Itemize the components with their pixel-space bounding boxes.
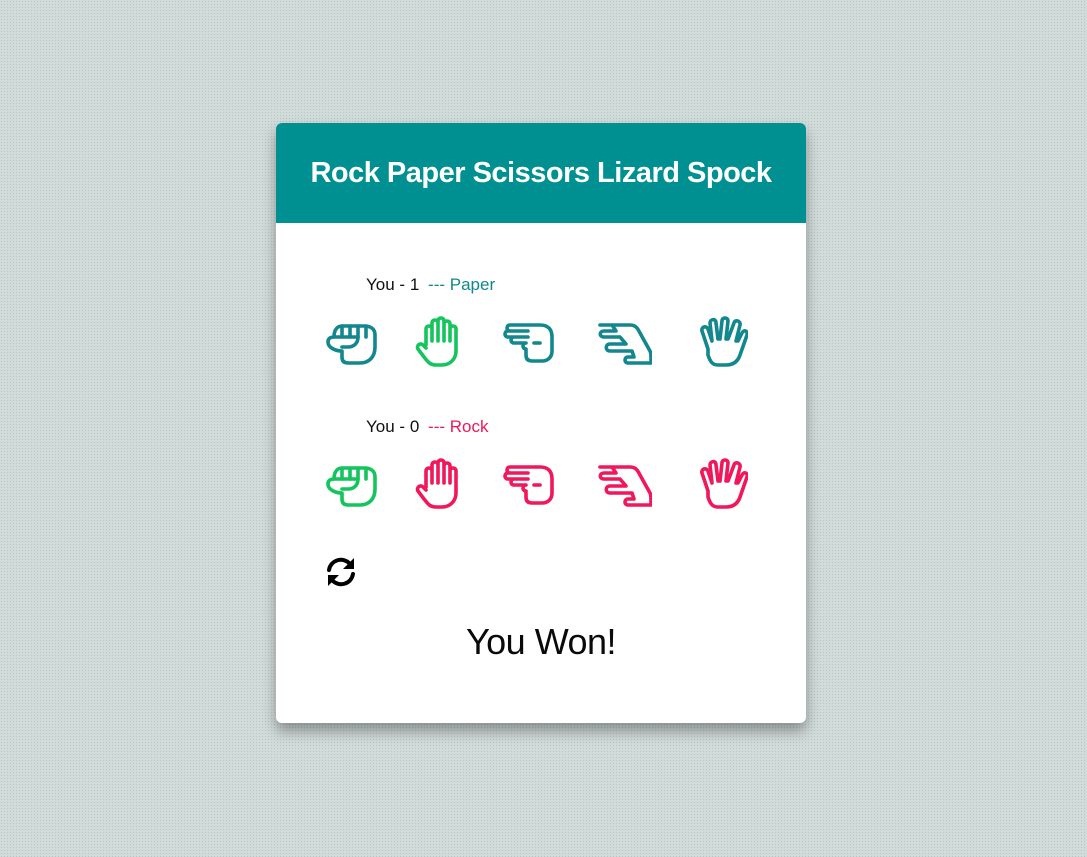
computer-spock-button[interactable] [692, 457, 748, 509]
player-scissors-button[interactable] [502, 315, 558, 367]
game-card: Rock Paper Scissors Lizard Spock You - 1… [276, 123, 806, 723]
paper-icon [415, 316, 458, 367]
computer-choice: Rock [449, 417, 489, 436]
player-spock-button[interactable] [692, 315, 748, 367]
computer-score: 0 [409, 417, 420, 436]
player-hands [324, 315, 764, 367]
player-choice: Paper [449, 275, 496, 294]
player-score: 1 [409, 275, 420, 294]
scissors-icon [503, 465, 554, 505]
computer-paper-button[interactable] [412, 457, 468, 509]
lizard-icon [598, 323, 652, 365]
computer-name: You [366, 417, 395, 436]
computer-score-label: You - 0 --- Rock [366, 417, 488, 437]
paper-icon [415, 458, 458, 509]
spock-icon [700, 458, 748, 509]
player-rock-button[interactable] [324, 315, 380, 367]
result-message: You Won! [465, 621, 617, 662]
rock-icon [326, 324, 377, 365]
scissors-icon [503, 323, 554, 363]
lizard-icon [598, 465, 652, 507]
player-name: You [366, 275, 395, 294]
computer-choice-dashes: --- [428, 417, 446, 436]
refresh-icon [327, 557, 355, 587]
computer-scissors-button[interactable] [502, 457, 558, 509]
computer-hands [324, 457, 764, 509]
player-lizard-button[interactable] [596, 315, 652, 367]
computer-rock-button[interactable] [324, 457, 380, 509]
page-title: Rock Paper Scissors Lizard Spock [310, 156, 772, 189]
player-paper-button[interactable] [412, 315, 468, 367]
computer-lizard-button[interactable] [596, 457, 652, 509]
spock-icon [700, 316, 748, 367]
card-header: Rock Paper Scissors Lizard Spock [276, 123, 806, 223]
player-score-separator: - [399, 275, 406, 294]
reset-button[interactable] [324, 555, 358, 589]
computer-score-separator: - [399, 417, 406, 436]
rock-icon [326, 466, 377, 507]
player-score-label: You - 1 --- Paper [366, 275, 495, 295]
player-choice-dashes: --- [428, 275, 446, 294]
